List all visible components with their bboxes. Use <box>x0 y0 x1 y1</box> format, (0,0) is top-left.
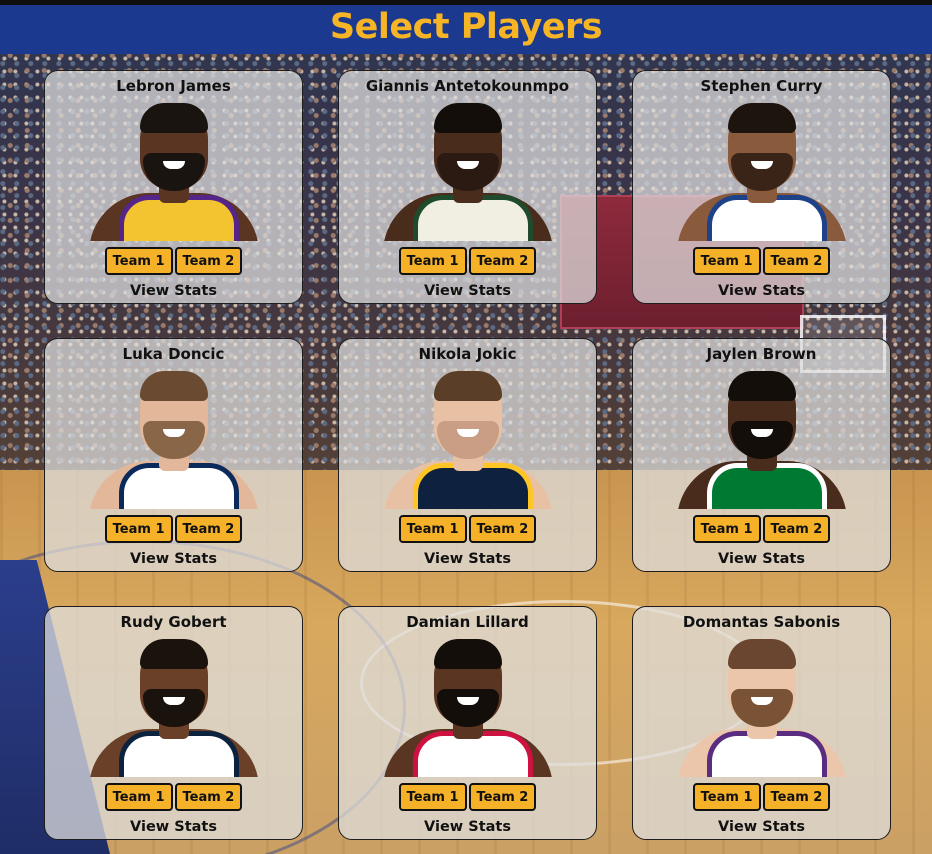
player-card: Stephen Curry Team 1 Team 2 View Stats <box>632 70 891 304</box>
view-stats-link[interactable]: View Stats <box>45 819 302 835</box>
player-beard <box>730 689 793 727</box>
team2-button[interactable]: Team 2 <box>174 247 243 275</box>
team-button-group: Team 1 Team 2 <box>339 247 596 275</box>
team2-button[interactable]: Team 2 <box>468 247 537 275</box>
player-name: Domantas Sabonis <box>682 613 841 631</box>
team2-button[interactable]: Team 2 <box>762 515 831 543</box>
view-stats-link[interactable]: View Stats <box>633 283 890 299</box>
player-beard <box>142 689 205 727</box>
team2-button[interactable]: Team 2 <box>174 783 243 811</box>
player-beard <box>436 421 499 459</box>
player-grid: Lebron James Team 1 Team 2 View Stats Gia… <box>44 70 893 841</box>
player-beard <box>730 153 793 191</box>
player-photo <box>79 101 269 241</box>
team-button-group: Team 1 Team 2 <box>45 783 302 811</box>
player-name: Giannis Antetokounmpo <box>365 77 570 95</box>
team2-button[interactable]: Team 2 <box>468 515 537 543</box>
player-photo <box>373 369 563 509</box>
player-photo <box>373 101 563 241</box>
player-beard <box>142 421 205 459</box>
team1-button[interactable]: Team 1 <box>104 247 173 275</box>
team1-button[interactable]: Team 1 <box>104 783 173 811</box>
team1-button[interactable]: Team 1 <box>692 515 761 543</box>
page-title: Select Players <box>329 7 603 47</box>
player-hair <box>433 639 502 669</box>
player-photo <box>667 369 857 509</box>
team-button-group: Team 1 Team 2 <box>45 247 302 275</box>
player-name: Stephen Curry <box>700 77 823 95</box>
player-card: Lebron James Team 1 Team 2 View Stats <box>44 70 303 304</box>
player-name: Lebron James <box>116 77 231 95</box>
player-hair <box>433 371 502 401</box>
player-card: Giannis Antetokounmpo Team 1 Team 2 View … <box>338 70 597 304</box>
page-header: Select Players <box>0 0 932 54</box>
team1-button[interactable]: Team 1 <box>692 247 761 275</box>
player-name: Jaylen Brown <box>706 345 817 363</box>
player-hair <box>139 371 208 401</box>
player-photo <box>667 101 857 241</box>
player-card: Rudy Gobert Team 1 Team 2 View Stats <box>44 606 303 840</box>
team1-button[interactable]: Team 1 <box>104 515 173 543</box>
player-hair <box>139 639 208 669</box>
view-stats-link[interactable]: View Stats <box>633 819 890 835</box>
team2-button[interactable]: Team 2 <box>762 247 831 275</box>
team-button-group: Team 1 Team 2 <box>633 515 890 543</box>
player-card: Domantas Sabonis Team 1 Team 2 View Stats <box>632 606 891 840</box>
player-beard <box>142 153 205 191</box>
view-stats-link[interactable]: View Stats <box>339 819 596 835</box>
view-stats-link[interactable]: View Stats <box>633 551 890 567</box>
player-beard <box>730 421 793 459</box>
player-hair <box>727 103 796 133</box>
player-hair <box>727 371 796 401</box>
team-button-group: Team 1 Team 2 <box>45 515 302 543</box>
player-name: Rudy Gobert <box>120 613 227 631</box>
view-stats-link[interactable]: View Stats <box>339 551 596 567</box>
player-name: Damian Lillard <box>406 613 529 631</box>
player-card: Jaylen Brown Team 1 Team 2 View Stats <box>632 338 891 572</box>
team2-button[interactable]: Team 2 <box>762 783 831 811</box>
team1-button[interactable]: Team 1 <box>398 247 467 275</box>
team1-button[interactable]: Team 1 <box>398 515 467 543</box>
player-hair <box>139 103 208 133</box>
team1-button[interactable]: Team 1 <box>692 783 761 811</box>
player-photo <box>79 637 269 777</box>
team1-button[interactable]: Team 1 <box>398 783 467 811</box>
team2-button[interactable]: Team 2 <box>468 783 537 811</box>
player-photo <box>79 369 269 509</box>
player-card: Nikola Jokic Team 1 Team 2 View Stats <box>338 338 597 572</box>
player-name: Luka Doncic <box>122 345 225 363</box>
view-stats-link[interactable]: View Stats <box>45 283 302 299</box>
player-name: Nikola Jokic <box>418 345 517 363</box>
view-stats-link[interactable]: View Stats <box>339 283 596 299</box>
player-hair <box>433 103 502 133</box>
player-card: Luka Doncic Team 1 Team 2 View Stats <box>44 338 303 572</box>
team-button-group: Team 1 Team 2 <box>633 247 890 275</box>
player-photo <box>667 637 857 777</box>
team-button-group: Team 1 Team 2 <box>339 515 596 543</box>
player-card: Damian Lillard Team 1 Team 2 View Stats <box>338 606 597 840</box>
player-beard <box>436 153 499 191</box>
team-button-group: Team 1 Team 2 <box>339 783 596 811</box>
team-button-group: Team 1 Team 2 <box>633 783 890 811</box>
team2-button[interactable]: Team 2 <box>174 515 243 543</box>
player-hair <box>727 639 796 669</box>
view-stats-link[interactable]: View Stats <box>45 551 302 567</box>
player-beard <box>436 689 499 727</box>
player-photo <box>373 637 563 777</box>
